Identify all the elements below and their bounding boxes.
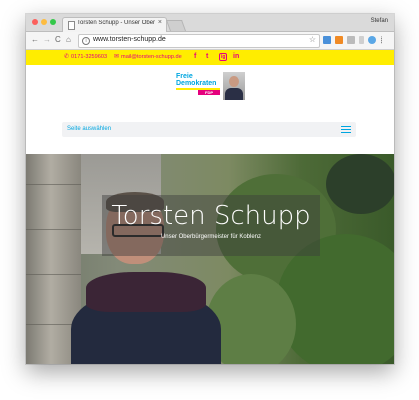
new-tab-button[interactable] <box>165 20 187 31</box>
extension-icon[interactable] <box>335 36 343 44</box>
phone-link[interactable]: ✆ 0171-3259603 <box>64 53 107 60</box>
candidate-portrait <box>223 72 245 100</box>
bookmark-star-icon[interactable]: ☆ <box>309 35 316 44</box>
page-select-label: Seite auswählen <box>67 126 112 132</box>
browser-window: Torsten Schupp - Unser Oberbürgermeister… <box>26 14 394 364</box>
page-select-dropdown[interactable]: Seite auswählen <box>62 122 356 137</box>
extension-icon[interactable] <box>359 36 364 44</box>
reload-icon[interactable]: C <box>55 35 61 45</box>
info-icon[interactable]: i <box>82 37 90 45</box>
profile-name[interactable]: Stefan <box>371 18 388 24</box>
linkedin-icon[interactable]: in <box>233 53 239 60</box>
browser-tab[interactable]: Torsten Schupp - Unser Oberbürgermeister… <box>62 17 167 32</box>
email-link[interactable]: ✉ mail@torsten-schupp.de <box>114 53 182 60</box>
back-icon[interactable]: ← <box>31 35 39 45</box>
tab-title: Torsten Schupp - Unser Oberbürgermeister <box>77 20 155 26</box>
extension-icon[interactable] <box>368 36 376 44</box>
twitter-icon[interactable]: t <box>206 53 208 60</box>
minimize-window-button[interactable] <box>41 19 47 25</box>
browser-toolbar: ← → C ⌂ i www.torsten-schupp.de ☆ <box>26 32 394 50</box>
forward-icon[interactable]: → <box>43 35 51 45</box>
extension-icon[interactable] <box>347 36 355 44</box>
tab-close-icon[interactable]: × <box>158 19 162 26</box>
hero-title-box: Torsten Schupp Unser Oberbürgermeister f… <box>102 195 320 256</box>
instagram-icon[interactable]: ig <box>219 53 228 61</box>
url-text[interactable]: www.torsten-schupp.de <box>93 36 166 43</box>
logo-badge: FDP <box>198 90 220 95</box>
logo-wordmark: Freie Demokraten <box>176 73 217 87</box>
zoom-window-button[interactable] <box>50 19 56 25</box>
foliage <box>326 154 394 214</box>
close-window-button[interactable] <box>32 19 38 25</box>
hero-banner: Torsten Schupp Unser Oberbürgermeister f… <box>26 154 394 364</box>
person-scarf <box>86 272 206 312</box>
menu-icon[interactable] <box>381 36 385 44</box>
contact-bar: ✆ 0171-3259603 ✉ mail@torsten-schupp.de f … <box>26 50 394 65</box>
home-icon[interactable]: ⌂ <box>66 35 71 45</box>
extension-icon[interactable] <box>323 36 331 44</box>
hero-subtitle: Unser Oberbürgermeister für Koblenz <box>160 234 262 240</box>
mail-icon: ✉ <box>114 54 120 60</box>
phone-icon: ✆ <box>64 54 70 60</box>
hamburger-icon[interactable] <box>341 126 351 133</box>
page-icon <box>68 21 75 30</box>
address-bar[interactable]: i www.torsten-schupp.de ☆ <box>78 34 320 48</box>
tab-bar: Torsten Schupp - Unser Oberbürgermeister… <box>26 14 394 32</box>
hero-title: Torsten Schupp <box>111 201 311 231</box>
fdp-logo[interactable]: Freie Demokraten FDP <box>176 71 248 101</box>
facebook-icon[interactable]: f <box>194 53 196 60</box>
web-page: ✆ 0171-3259603 ✉ mail@torsten-schupp.de f … <box>26 50 394 364</box>
